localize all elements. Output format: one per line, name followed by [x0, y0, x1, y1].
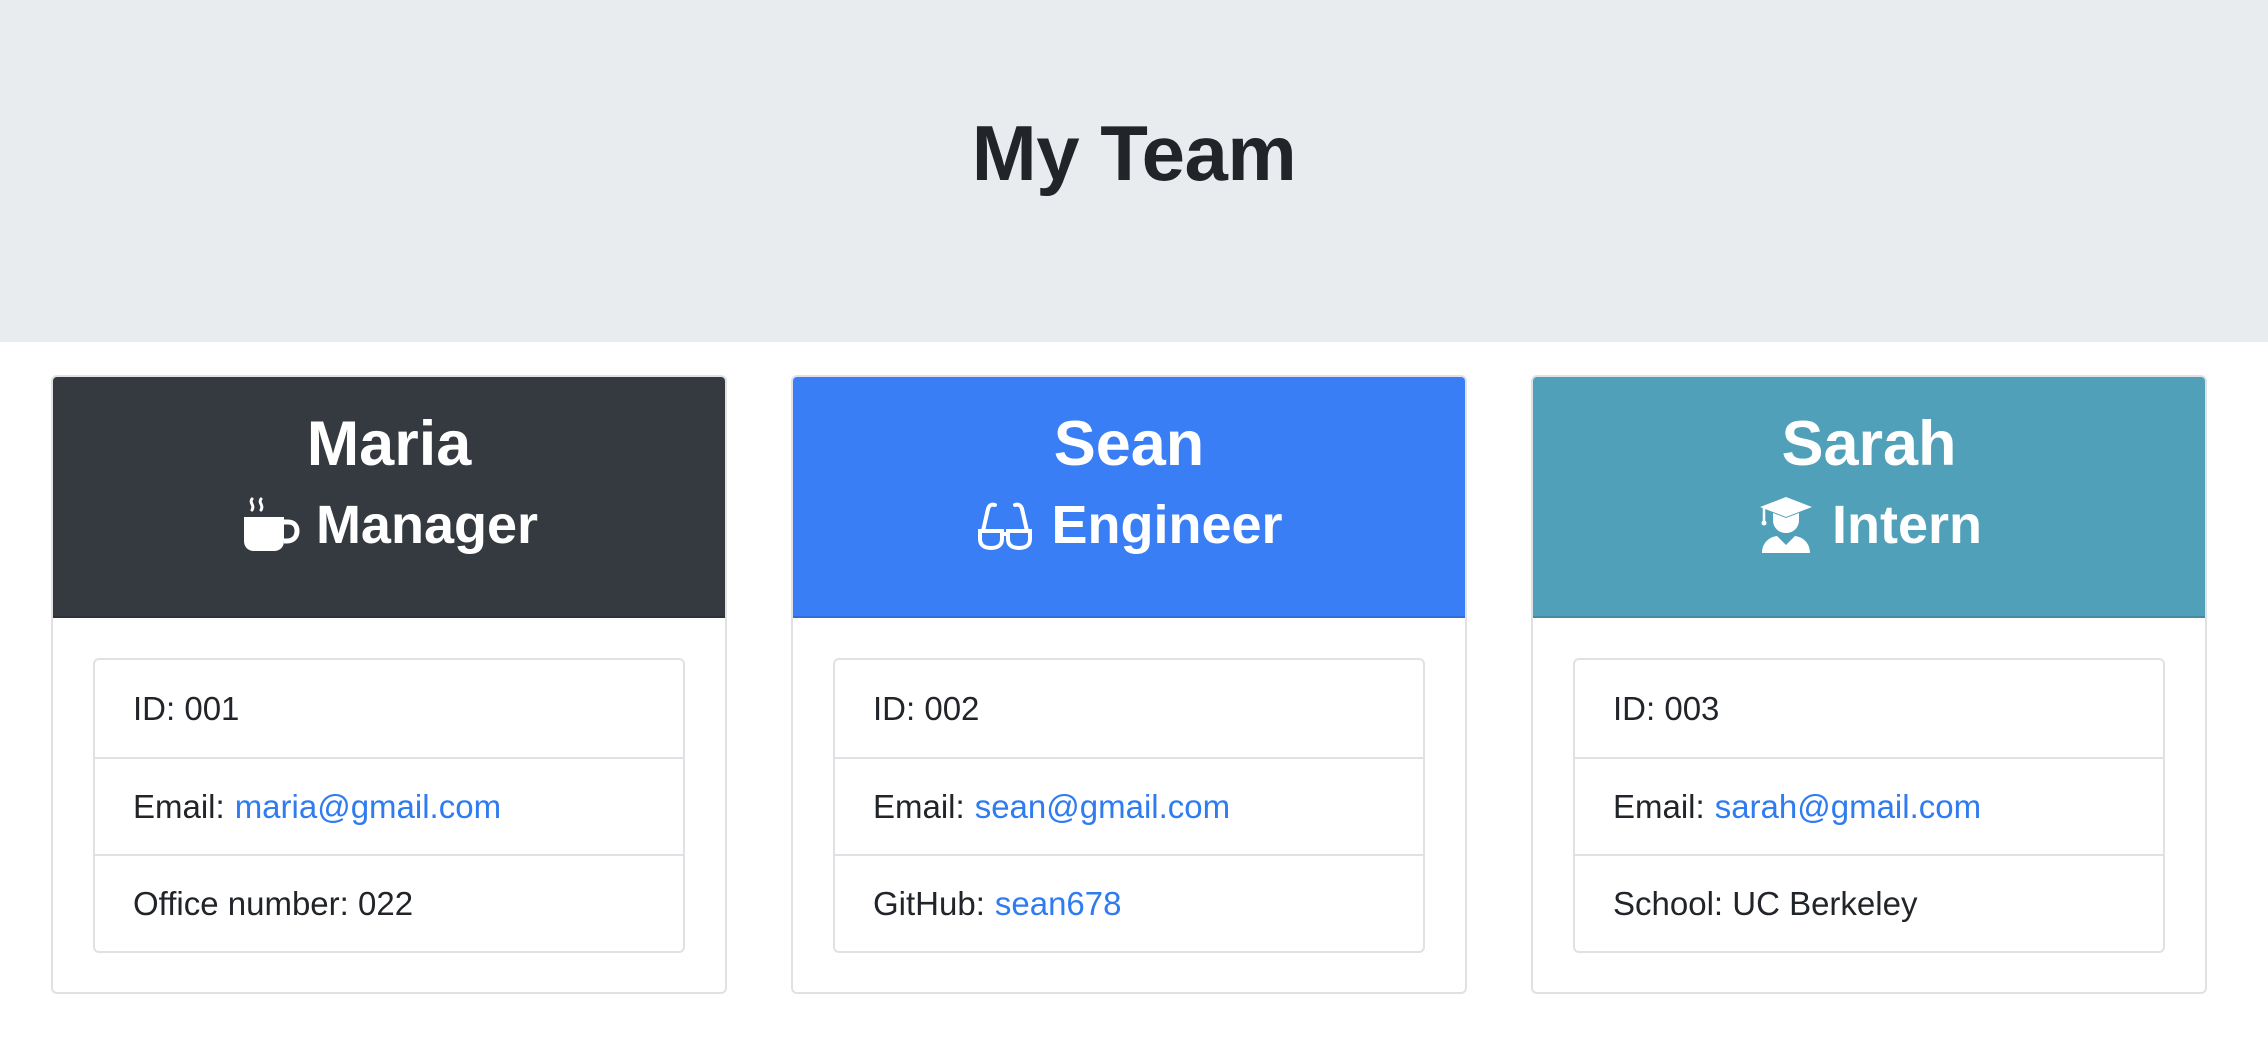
employee-id: ID: 001 — [95, 660, 683, 757]
employee-id: ID: 003 — [1575, 660, 2163, 757]
employee-id-text: ID: 002 — [873, 689, 980, 727]
employee-email: Email: maria@gmail.com — [95, 757, 683, 854]
employee-name: Maria — [306, 409, 472, 479]
email-link[interactable]: maria@gmail.com — [235, 788, 501, 826]
employee-name: Sarah — [1781, 409, 1957, 479]
school-text: School: UC Berkeley — [1613, 884, 1918, 922]
employee-details-list: ID: 001 Email: maria@gmail.com Office nu… — [93, 658, 685, 953]
employee-role-label: Engineer — [1051, 494, 1283, 555]
email-link[interactable]: sarah@gmail.com — [1715, 788, 1981, 826]
glasses-icon — [978, 502, 1033, 550]
employee-github: GitHub: sean678 — [835, 854, 1423, 951]
employee-id-text: ID: 001 — [133, 689, 240, 727]
employee-email: Email: sarah@gmail.com — [1575, 757, 2163, 854]
page-title: My Team — [971, 108, 1297, 197]
page-header: My Team — [0, 0, 2268, 342]
employee-role: Intern — [1533, 493, 2205, 558]
employee-card-engineer: Sean Engineer ID: 002 Email: sean@gmail.… — [791, 375, 1467, 994]
graduate-icon — [1759, 496, 1812, 553]
employee-details-list: ID: 002 Email: sean@gmail.com GitHub: se… — [833, 658, 1425, 953]
email-label: Email: — [133, 787, 225, 825]
employee-card-manager: Maria Manager ID: 001 Email: maria@gmail… — [51, 375, 727, 994]
employee-role-label: Manager — [315, 494, 539, 555]
employee-role: Manager — [53, 493, 725, 558]
employee-school: School: UC Berkeley — [1575, 854, 2163, 951]
coffee-mug-icon — [243, 497, 300, 551]
employee-id: ID: 002 — [835, 660, 1423, 757]
email-label: Email: — [873, 787, 965, 825]
card-header: Sarah Intern — [1533, 377, 2205, 618]
employee-email: Email: sean@gmail.com — [835, 757, 1423, 854]
card-body: ID: 003 Email: sarah@gmail.com School: U… — [1533, 618, 2205, 992]
employee-id-text: ID: 003 — [1613, 689, 1720, 727]
office-number-text: Office number: 022 — [133, 884, 414, 922]
github-label: GitHub: — [873, 884, 985, 922]
employee-role: Engineer — [793, 493, 1465, 558]
card-body: ID: 002 Email: sean@gmail.com GitHub: se… — [793, 618, 1465, 992]
employee-name: Sean — [1053, 409, 1205, 479]
employee-role-label: Intern — [1831, 494, 1982, 555]
email-label: Email: — [1613, 787, 1705, 825]
card-header: Sean Engineer — [793, 377, 1465, 618]
card-body: ID: 001 Email: maria@gmail.com Office nu… — [53, 618, 725, 992]
employee-office-number: Office number: 022 — [95, 854, 683, 951]
card-header: Maria Manager — [53, 377, 725, 618]
github-link[interactable]: sean678 — [995, 885, 1122, 923]
email-link[interactable]: sean@gmail.com — [975, 788, 1230, 826]
employee-details-list: ID: 003 Email: sarah@gmail.com School: U… — [1573, 658, 2165, 953]
employee-card-intern: Sarah Intern ID: 003 Email: sarah@gmail.… — [1531, 375, 2207, 994]
